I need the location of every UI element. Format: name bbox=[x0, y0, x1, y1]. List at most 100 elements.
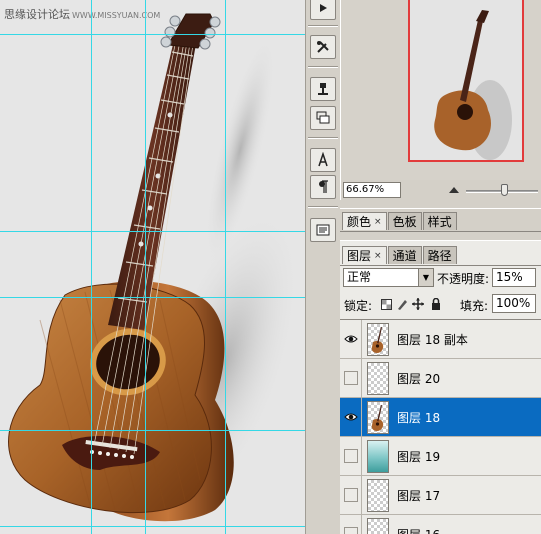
tab-label: 样式 bbox=[427, 215, 452, 229]
divider bbox=[340, 231, 541, 232]
lock-all-icon[interactable] bbox=[430, 298, 442, 310]
tool-presets-button[interactable] bbox=[310, 35, 336, 59]
guide-horizontal[interactable] bbox=[0, 430, 305, 431]
divider bbox=[308, 206, 338, 208]
guide-horizontal[interactable] bbox=[0, 34, 305, 35]
eye-off-box bbox=[343, 449, 358, 463]
visibility-toggle[interactable] bbox=[340, 398, 362, 436]
eye-off-box bbox=[343, 527, 358, 534]
layer-thumbnail bbox=[367, 478, 389, 512]
divider bbox=[308, 66, 338, 68]
guide-vertical[interactable] bbox=[91, 0, 92, 534]
guide-vertical[interactable] bbox=[225, 0, 226, 534]
blend-mode-value: 正常 bbox=[347, 270, 372, 284]
notes-button[interactable] bbox=[310, 218, 336, 242]
guide-horizontal[interactable] bbox=[0, 231, 305, 232]
tab-label: 通道 bbox=[392, 249, 417, 263]
guide-horizontal[interactable] bbox=[0, 297, 305, 298]
layers-panel: 图层 × 通道 路径 正常 ▼ 不透明度: 15% 锁定: 填充: 100% 图… bbox=[340, 240, 541, 534]
layer-row[interactable]: 图层 16 bbox=[340, 515, 541, 534]
panel-dock-strip bbox=[305, 0, 340, 534]
layer-row[interactable]: 图层 20 bbox=[340, 359, 541, 398]
close-icon[interactable]: × bbox=[374, 214, 382, 230]
tab-label: 色板 bbox=[392, 215, 417, 229]
clone-source-button[interactable] bbox=[310, 77, 336, 101]
notes-icon bbox=[316, 224, 330, 236]
watermark-url: WWW.MISSYUAN.COM bbox=[72, 11, 161, 20]
divider bbox=[308, 25, 338, 27]
layer-thumbnail bbox=[367, 439, 389, 473]
layer-list: 图层 18 副本图层 20 图层 18 图层 19 图层 17 图层 16 bbox=[340, 319, 541, 534]
eye-icon bbox=[343, 332, 358, 346]
layer-name: 图层 16 bbox=[397, 526, 440, 534]
color-panel-tabs: 颜色 × 色板 样式 bbox=[342, 212, 458, 230]
character-button[interactable] bbox=[310, 148, 336, 172]
navigator-preview-area[interactable] bbox=[341, 0, 541, 180]
tab-paths[interactable]: 路径 bbox=[422, 246, 457, 264]
layer-comps-button[interactable] bbox=[310, 106, 336, 130]
lock-row: 锁定: 填充: 100% bbox=[340, 294, 541, 316]
visibility-toggle[interactable] bbox=[340, 359, 362, 397]
layer-row[interactable]: 图层 18 bbox=[340, 398, 541, 437]
visibility-toggle[interactable] bbox=[340, 515, 362, 534]
visibility-toggle[interactable] bbox=[340, 437, 362, 475]
layer-name: 图层 19 bbox=[397, 449, 441, 464]
fill-label: 填充: bbox=[460, 299, 489, 313]
visibility-toggle[interactable] bbox=[340, 320, 362, 358]
layer-name: 图层 20 bbox=[397, 371, 441, 386]
zoom-slider-handle[interactable] bbox=[501, 184, 508, 196]
layer-thumbnail bbox=[367, 400, 389, 434]
play-icon bbox=[320, 4, 327, 12]
watermark: 思缘设计论坛 WWW.MISSYUAN.COM bbox=[4, 6, 160, 22]
layer-name: 图层 17 bbox=[397, 488, 441, 503]
layer-thumbnail bbox=[367, 361, 389, 395]
guide-vertical[interactable] bbox=[145, 0, 146, 534]
layer-thumbnail bbox=[367, 517, 389, 534]
paragraph-button[interactable] bbox=[310, 175, 336, 199]
opacity-input[interactable]: 15% bbox=[492, 268, 536, 287]
lock-label: 锁定: bbox=[344, 299, 373, 313]
divider bbox=[340, 265, 541, 266]
eye-off-box bbox=[343, 488, 358, 502]
layer-row[interactable]: 图层 17 bbox=[340, 476, 541, 515]
character-icon bbox=[318, 152, 328, 167]
zoom-input[interactable]: 66.67% bbox=[343, 182, 401, 198]
close-icon[interactable]: × bbox=[374, 248, 382, 264]
tab-swatches[interactable]: 色板 bbox=[387, 212, 422, 230]
lock-pixels-icon[interactable] bbox=[396, 298, 408, 310]
visibility-toggle[interactable] bbox=[340, 476, 362, 514]
layer-row[interactable]: 图层 19 bbox=[340, 437, 541, 476]
divider bbox=[308, 137, 338, 139]
tab-color[interactable]: 颜色 × bbox=[342, 212, 387, 230]
fill-input[interactable]: 100% bbox=[492, 294, 536, 313]
tab-label: 图层 bbox=[347, 249, 372, 263]
navigator-view-box[interactable] bbox=[408, 0, 524, 162]
tab-styles[interactable]: 样式 bbox=[422, 212, 457, 230]
clone-source-icon bbox=[318, 83, 328, 95]
actions-play-button[interactable] bbox=[310, 0, 336, 20]
navigator-zoom-row: 66.67% bbox=[341, 181, 541, 200]
tab-channels[interactable]: 通道 bbox=[387, 246, 422, 264]
blend-mode-select[interactable]: 正常 ▼ bbox=[343, 268, 434, 287]
layer-row[interactable]: 图层 18 副本 bbox=[340, 320, 541, 359]
chevron-down-icon[interactable]: ▼ bbox=[418, 269, 433, 286]
zoom-out-icon[interactable] bbox=[449, 186, 459, 194]
tools-preset-icon bbox=[317, 41, 329, 53]
navigator-panel: 66.67% bbox=[340, 0, 541, 200]
eye-off-box bbox=[343, 371, 358, 385]
watermark-text: 思缘设计论坛 bbox=[4, 8, 70, 21]
layer-name: 图层 18 副本 bbox=[397, 332, 468, 347]
navigator-thumbnail bbox=[434, 10, 512, 160]
guide-horizontal[interactable] bbox=[0, 526, 305, 527]
layers-panel-tabs: 图层 × 通道 路径 bbox=[342, 246, 458, 264]
tab-layers[interactable]: 图层 × bbox=[342, 246, 387, 264]
tab-label: 颜色 bbox=[347, 215, 372, 229]
layer-comps-icon bbox=[316, 111, 330, 124]
layer-name: 图层 18 bbox=[397, 410, 441, 425]
eye-icon bbox=[343, 410, 358, 424]
tab-label: 路径 bbox=[427, 249, 452, 263]
lock-position-icon[interactable] bbox=[412, 298, 424, 310]
blend-row: 正常 ▼ 不透明度: 15% bbox=[340, 268, 541, 290]
lock-transparency-icon[interactable] bbox=[380, 298, 392, 310]
document-canvas[interactable]: 思缘设计论坛 WWW.MISSYUAN.COM bbox=[0, 0, 305, 534]
